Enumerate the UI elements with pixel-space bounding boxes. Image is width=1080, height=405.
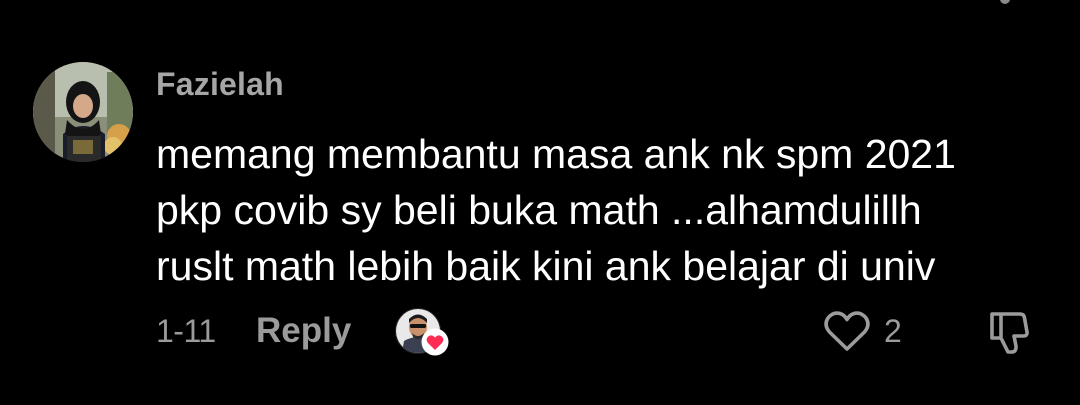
comment-username[interactable]: Fazielah bbox=[156, 66, 284, 103]
comment-actions: 1-11 Reply 2 bbox=[0, 300, 1080, 364]
comment-text-line: memang membantu masa ank nk spm 2021 bbox=[156, 131, 956, 177]
comment-text: memang membantu masa ank nk spm 2021 pkp… bbox=[156, 126, 1036, 294]
reply-button[interactable]: Reply bbox=[256, 311, 351, 351]
creator-liked-badge bbox=[395, 306, 451, 358]
more-options-icon[interactable] bbox=[1000, 0, 1010, 4]
heart-filled-icon bbox=[421, 328, 449, 356]
commenter-avatar[interactable] bbox=[33, 62, 133, 162]
comment-text-line: ruslt math lebih baik kini ank belajar d… bbox=[156, 243, 936, 289]
comment-item: Fazielah memang membantu masa ank nk spm… bbox=[0, 0, 1080, 405]
like-count: 2 bbox=[884, 313, 902, 349]
thumbs-down-icon[interactable] bbox=[986, 306, 1038, 358]
comment-timestamp: 1-11 bbox=[156, 313, 216, 349]
heart-outline-icon[interactable] bbox=[822, 308, 872, 354]
comment-text-line: pkp covib sy beli buka math ...alhamduli… bbox=[156, 187, 922, 233]
